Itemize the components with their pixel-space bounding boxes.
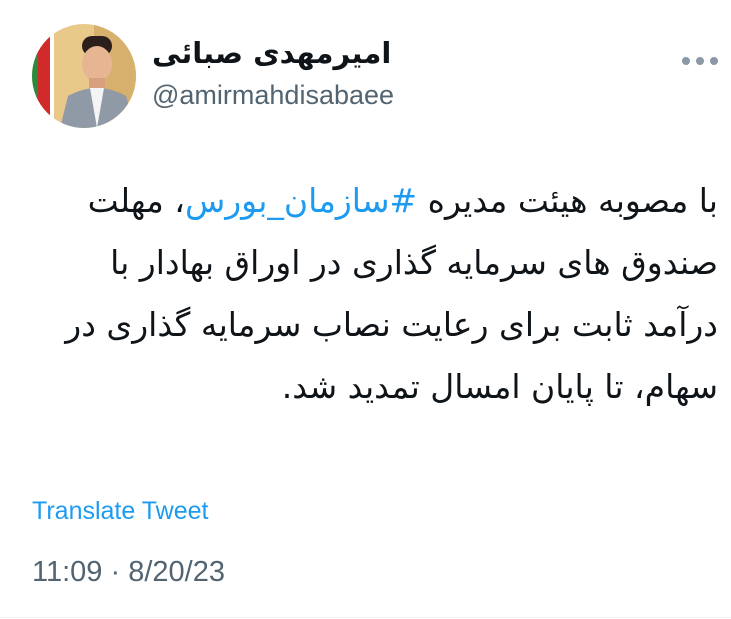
author-handle[interactable]: @amirmahdisabaee — [152, 80, 394, 111]
more-horizontal-icon — [682, 57, 718, 65]
author-display-name[interactable]: امیرمهدی صبائی — [152, 36, 391, 71]
avatar[interactable] — [32, 24, 136, 128]
tweet-text: با مصوبه هیئت مدیره #سازمان_بورس، مهلت ص… — [32, 170, 718, 418]
translate-tweet-link[interactable]: Translate Tweet — [32, 497, 208, 526]
tweet-time: 11:09 — [32, 556, 103, 588]
tweet-date: 8/20/23 — [128, 556, 225, 588]
tweet-text-start: با مصوبه هیئت مدیره — [417, 181, 718, 220]
more-options-button[interactable] — [682, 52, 718, 70]
hashtag-link[interactable]: #سازمان_بورس — [185, 181, 417, 220]
divider — [0, 617, 731, 618]
timestamp-separator: · — [110, 556, 121, 588]
tweet-timestamp[interactable]: 11:09 · 8/20/23 — [32, 556, 225, 589]
avatar-image — [32, 24, 136, 128]
